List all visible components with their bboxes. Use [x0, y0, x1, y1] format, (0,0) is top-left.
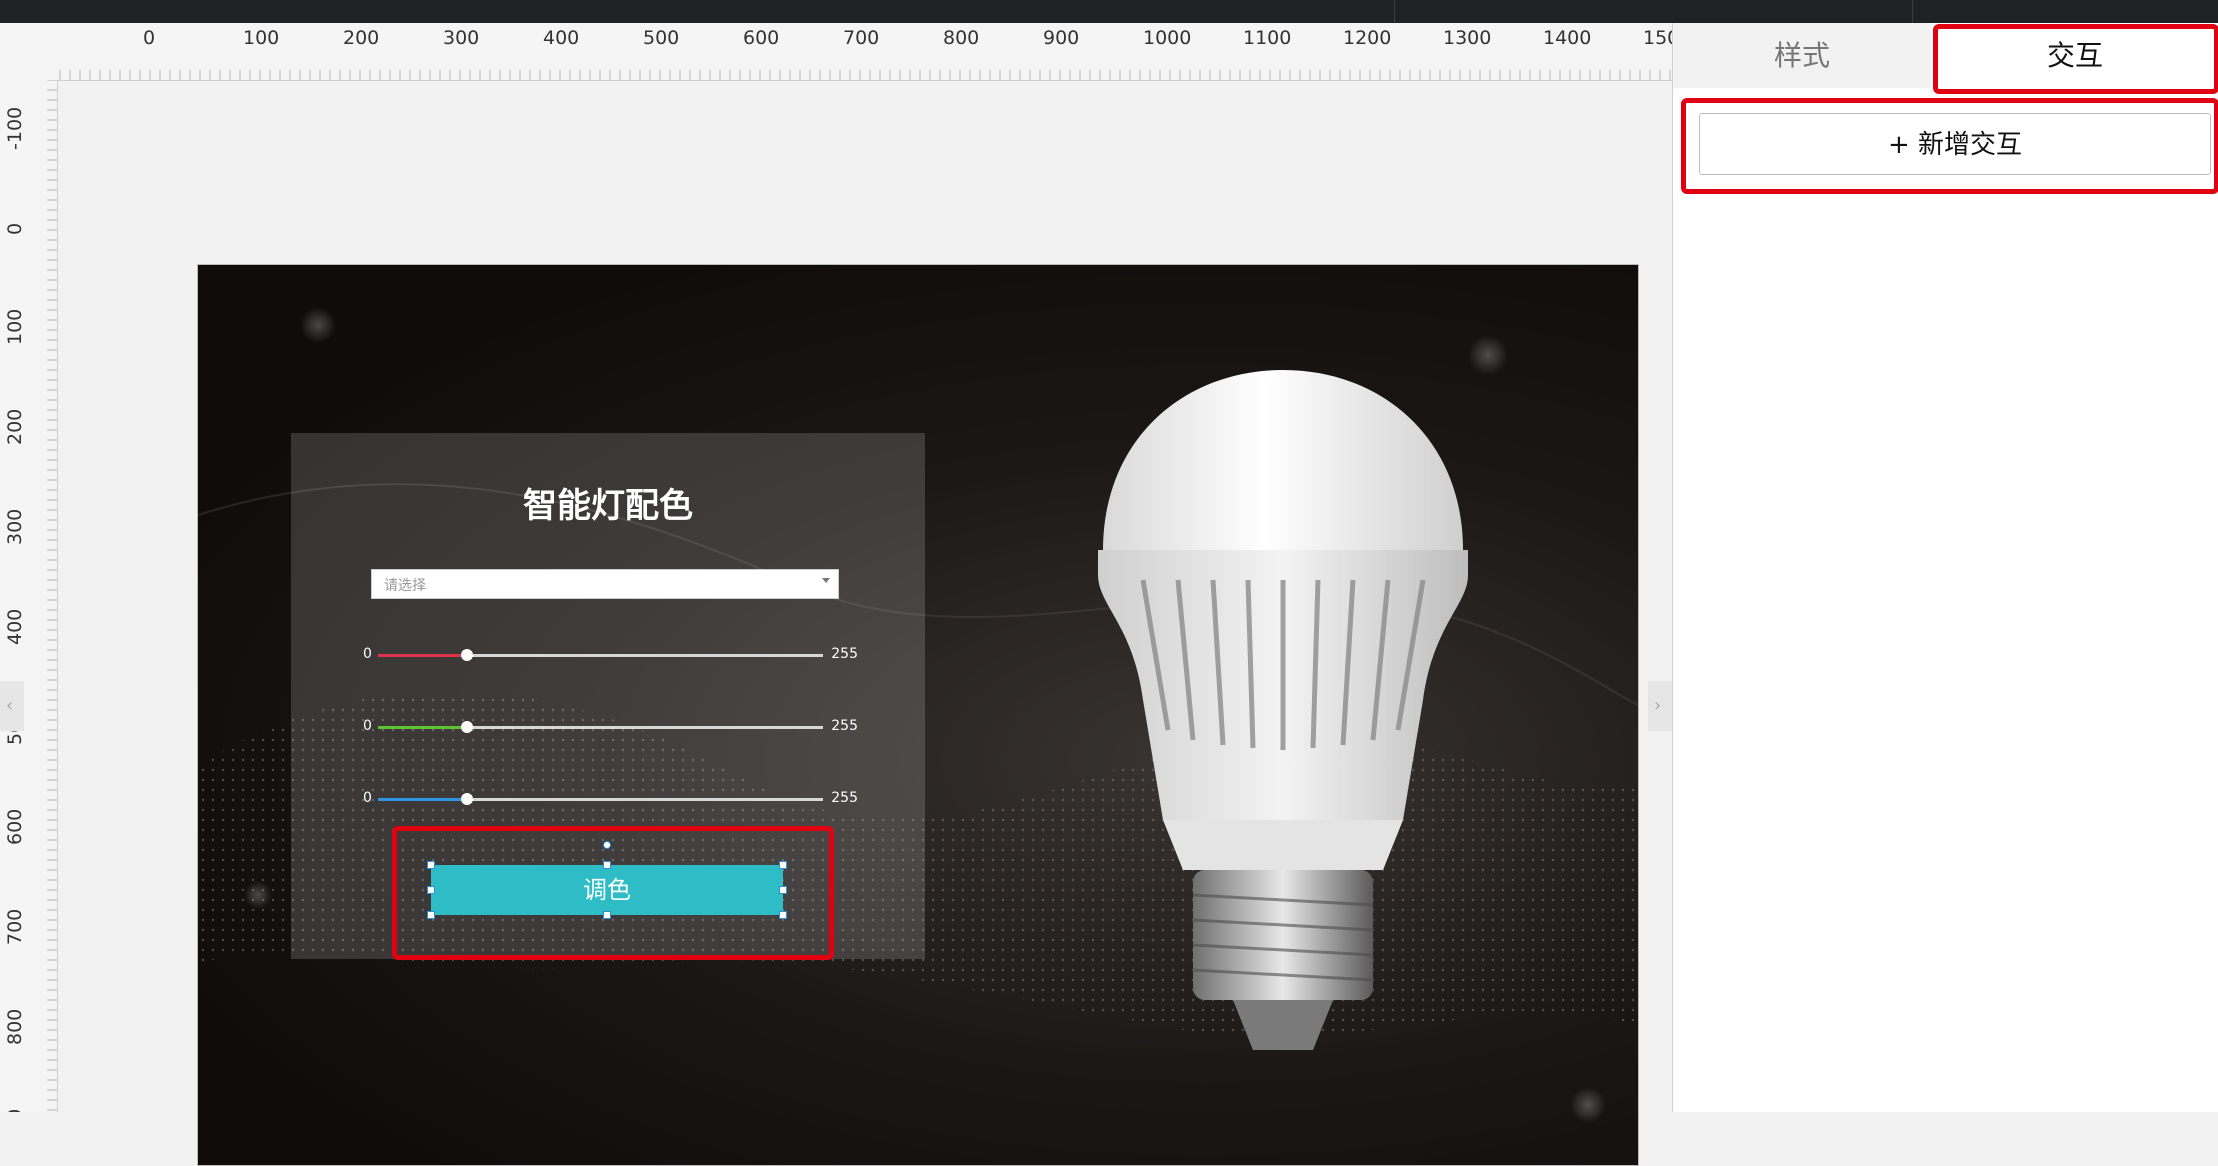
red-slider-track[interactable]: [378, 649, 823, 661]
ruler-label-v: 600: [4, 808, 26, 845]
ruler-label-h: 600: [743, 27, 780, 49]
add-button-highlight-box: [1681, 98, 2218, 194]
top-toolbar: [0, 0, 2218, 23]
ruler-label-h: 1300: [1443, 27, 1492, 49]
green-slider-max: 255: [831, 718, 858, 734]
green-slider[interactable]: 0 255: [363, 718, 858, 738]
chevron-left-icon: ‹: [6, 695, 14, 716]
chevron-right-icon: ›: [1654, 695, 1662, 716]
light-bulb-image: [1098, 370, 1468, 1050]
blue-slider-knob[interactable]: [461, 793, 473, 805]
button-highlight-box: [392, 826, 834, 960]
blue-slider-fill: [378, 798, 467, 801]
horizontal-ruler: 0 100 200 300 400 500 600 700 800 900 1000 1100 1200…: [0, 23, 1672, 81]
ruler-label-v: 200: [4, 408, 26, 445]
ruler-label-v: -100: [4, 106, 26, 150]
artboard[interactable]: 智能灯配色 请选择 0 255 0 255 0 255 调色: [197, 264, 1639, 1166]
green-slider-min: 0: [363, 718, 372, 734]
red-slider[interactable]: 0 255: [363, 646, 858, 666]
green-slider-knob[interactable]: [461, 721, 473, 733]
green-slider-fill: [378, 726, 467, 729]
ruler-label-h: 150: [1643, 27, 1672, 49]
blue-slider[interactable]: 0 255: [363, 790, 858, 810]
ruler-label-v: 400: [4, 608, 26, 645]
ruler-label-h: 400: [543, 27, 580, 49]
ruler-label-h: 700: [843, 27, 880, 49]
ruler-label-h: 100: [243, 27, 280, 49]
ruler-label-h: 900: [1043, 27, 1080, 49]
ruler-label-v: 300: [4, 508, 26, 545]
properties-panel: 样式 交互 + 新增交互: [1672, 23, 2218, 1112]
ruler-label-h: 0: [143, 27, 156, 49]
blue-slider-max: 255: [831, 790, 858, 806]
ruler-label-h: 200: [343, 27, 380, 49]
caret-down-icon: [822, 578, 830, 583]
ruler-label-v: 800: [4, 1008, 26, 1045]
left-panel-toggle[interactable]: ‹: [0, 681, 24, 731]
blue-slider-min: 0: [363, 790, 372, 806]
select-placeholder: 请选择: [384, 578, 426, 594]
panel-title: 智能灯配色: [523, 486, 693, 526]
green-slider-track[interactable]: [378, 721, 823, 733]
red-slider-min: 0: [363, 646, 372, 662]
ruler-label-h: 1200: [1343, 27, 1392, 49]
tab-highlight-box: [1933, 24, 2218, 94]
red-slider-fill: [378, 654, 467, 657]
ruler-label-h: 1400: [1543, 27, 1592, 49]
ruler-label-v: 0: [4, 222, 26, 235]
ruler-label-h: 300: [443, 27, 480, 49]
scheme-select[interactable]: 请选择: [371, 569, 839, 599]
tab-style[interactable]: 样式: [1673, 23, 1931, 88]
ruler-label-h: 500: [643, 27, 680, 49]
red-slider-max: 255: [831, 646, 858, 662]
ruler-label-v: 700: [4, 908, 26, 945]
vertical-ruler: -1000100200300400500600700800900: [0, 80, 58, 1112]
design-canvas[interactable]: ‹ › 智能灯配色 请选择 0 255 0 255 0 255 调色: [0, 81, 1672, 1166]
ruler-label-h: 800: [943, 27, 980, 49]
ruler-label-h: 1100: [1243, 27, 1292, 49]
right-panel-toggle[interactable]: ›: [1648, 681, 1672, 731]
blue-slider-track[interactable]: [378, 793, 823, 805]
red-slider-knob[interactable]: [461, 649, 473, 661]
ruler-label-h: 1000: [1143, 27, 1192, 49]
ruler-label-v: 100: [4, 308, 26, 345]
